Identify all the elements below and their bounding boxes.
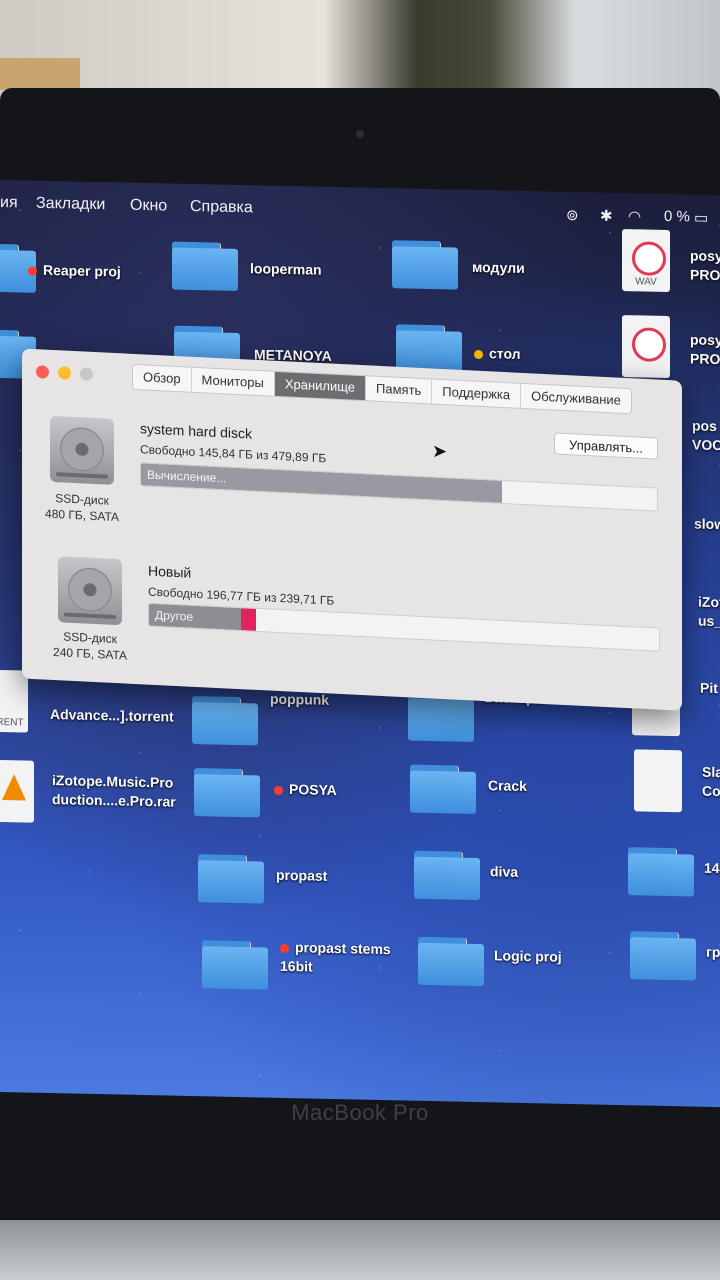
desktop-item-posy-pro-1[interactable]: posy PRO <box>690 246 720 285</box>
folder-icon[interactable] <box>414 850 480 901</box>
desktop-item-looperman[interactable]: looperman <box>250 259 322 279</box>
desktop-item-logic[interactable]: Logic proj <box>494 946 562 966</box>
hard-disk-icon <box>50 415 114 485</box>
desktop-item-propast[interactable]: propast <box>276 866 327 886</box>
battery-percent[interactable]: 0 % <box>664 208 690 226</box>
wav-file-icon[interactable] <box>622 315 670 379</box>
close-button[interactable] <box>36 365 49 379</box>
disk-2-usage-segment <box>240 608 257 631</box>
desktop-screen: ия Закладки Окно Справка ⊚ ✱ ◠ 0 % ▭ Rea… <box>0 180 720 1108</box>
desktop-item-posy-pro-2[interactable]: posy PRO <box>690 330 720 369</box>
desktop-item-izotope-rar[interactable]: iZotope.Music.Pro duction....e.Pro.rar <box>52 771 192 812</box>
laptop-brand-label: MacBook Pro <box>291 1100 429 1125</box>
background-room <box>0 0 720 100</box>
folder-icon[interactable] <box>172 241 238 291</box>
yellow-tag-icon <box>474 349 483 359</box>
folder-icon[interactable] <box>198 854 264 904</box>
disk-1-free-space: Свободно 145,84 ГБ из 479,89 ГБ <box>140 442 327 466</box>
disk-2-usage-bar: Другое <box>148 602 660 652</box>
desktop-item-14[interactable]: 14 <box>704 859 720 878</box>
desktop-item-propast-stems[interactable]: propast stems 16bit <box>280 938 410 979</box>
hard-disk-icon <box>58 556 122 626</box>
tab-displays[interactable]: Мониторы <box>191 367 275 396</box>
tab-storage[interactable]: Хранилище <box>274 371 367 401</box>
menu-item-help[interactable]: Справка <box>190 198 253 217</box>
desktop-item-gr[interactable]: гр <box>706 943 720 962</box>
battery-icon[interactable]: ▭ <box>694 209 708 227</box>
minimize-button[interactable] <box>58 366 71 380</box>
folder-icon[interactable] <box>194 768 260 818</box>
disk-1-usage-bar: Вычисление... <box>140 462 658 512</box>
disk-2-caption: SSD-диск 240 ГБ, SATA <box>53 629 127 663</box>
tab-memory[interactable]: Память <box>366 376 433 404</box>
desktop-item-torrent[interactable]: Advance...].torrent <box>50 705 174 726</box>
zoom-button[interactable] <box>80 367 93 381</box>
desktop-item-pos-voc[interactable]: pos VOC <box>692 416 720 455</box>
storage-window: Обзор Мониторы Хранилище Память Поддержк… <box>22 348 682 711</box>
folder-icon[interactable] <box>392 240 458 290</box>
desktop-item-diva[interactable]: diva <box>490 862 518 881</box>
vlc-file-icon[interactable] <box>0 759 34 823</box>
wav-file-icon[interactable]: WAV <box>622 229 670 293</box>
laptop-base <box>0 1220 720 1280</box>
menu-item-view[interactable]: ия <box>0 194 18 212</box>
menu-item-window[interactable]: Окно <box>130 197 167 216</box>
desktop-item-moduli[interactable]: модули <box>472 258 525 278</box>
disk-1-caption: SSD-диск 480 ГБ, SATA <box>45 491 119 525</box>
manage-button[interactable]: Управлять... <box>554 432 658 460</box>
folder-icon[interactable] <box>418 936 484 987</box>
desktop-item-izot-us[interactable]: iZot us_ <box>698 593 720 632</box>
disk-image-icon[interactable] <box>634 749 682 813</box>
disk-2-bar-label: Другое <box>155 607 194 624</box>
tab-support[interactable]: Поддержка <box>432 379 522 408</box>
tab-service[interactable]: Обслуживание <box>521 384 631 413</box>
desktop-item-crack[interactable]: Crack <box>488 776 527 796</box>
folder-icon[interactable] <box>628 847 694 897</box>
folder-icon[interactable] <box>630 931 696 981</box>
desktop-item-stol[interactable]: стол <box>474 344 521 364</box>
red-tag-icon <box>280 943 289 953</box>
red-tag-icon <box>274 785 283 795</box>
camera <box>356 130 364 138</box>
mouse-cursor-icon: ➤ <box>432 441 448 462</box>
folder-icon[interactable] <box>410 764 476 814</box>
creative-cloud-icon[interactable]: ⊚ <box>566 206 579 224</box>
red-tag-icon <box>28 266 37 276</box>
disk-1-name: system hard disck <box>140 420 253 442</box>
desktop-item-pit[interactable]: Pit iA. <box>700 679 720 699</box>
bluetooth-icon[interactable]: ✱ <box>600 207 613 225</box>
torrent-file-icon[interactable]: RENT <box>0 669 28 733</box>
background-shelf <box>0 58 80 90</box>
disk-2-name: Новый <box>148 562 192 581</box>
menu-item-bookmarks[interactable]: Закладки <box>36 195 105 214</box>
folder-icon[interactable] <box>202 940 268 990</box>
tab-overview[interactable]: Обзор <box>133 364 192 392</box>
desktop-item-reaper[interactable]: Reaper proj <box>28 261 121 282</box>
wifi-icon[interactable]: ◠ <box>628 207 641 225</box>
desktop-item-posya[interactable]: POSYA <box>274 780 337 800</box>
desktop-item-sla-co[interactable]: Sla Co <box>702 763 720 801</box>
desktop-item-slow[interactable]: slow <box>694 515 720 535</box>
folder-icon[interactable] <box>192 696 258 746</box>
